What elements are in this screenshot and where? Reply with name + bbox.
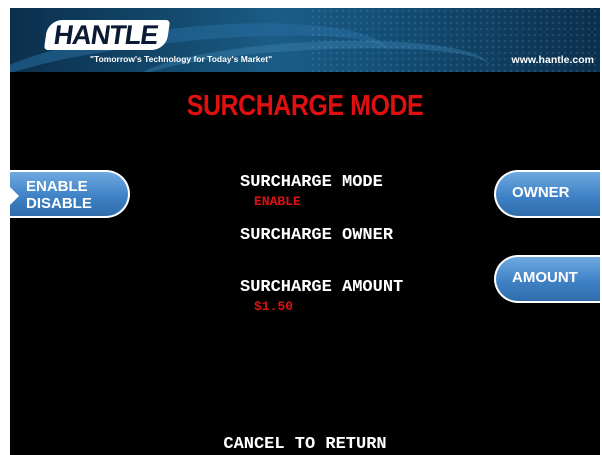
surcharge-amount-label: SURCHARGE AMOUNT [240,278,404,297]
amount-button[interactable]: AMOUNT [494,255,600,303]
cancel-instruction: CANCEL TO RETURN [223,435,387,454]
slogan: "Tomorrow's Technology for Today's Marke… [90,54,273,64]
surcharge-owner-label: SURCHARGE OWNER [240,226,394,245]
hantle-logo: HANTLE [43,20,170,50]
website-url: www.hantle.com [511,54,594,66]
amount-button-label: AMOUNT [512,269,578,286]
disable-label: DISABLE [26,195,92,212]
atm-screen: HANTLE "Tomorrow's Technology for Today'… [10,8,600,455]
selection-arrow-icon [10,187,19,205]
surcharge-mode-value: ENABLE [254,194,301,209]
surcharge-amount-value: $1.50 [254,299,294,314]
owner-button[interactable]: OWNER [494,170,600,218]
enable-label: ENABLE [26,178,88,195]
owner-button-label: OWNER [512,184,570,201]
page-title: SURCHARGE MODE [186,90,424,122]
header-banner: HANTLE "Tomorrow's Technology for Today'… [10,8,600,72]
enable-disable-button[interactable]: ENABLE DISABLE [10,170,130,218]
surcharge-mode-label: SURCHARGE MODE [240,173,383,192]
